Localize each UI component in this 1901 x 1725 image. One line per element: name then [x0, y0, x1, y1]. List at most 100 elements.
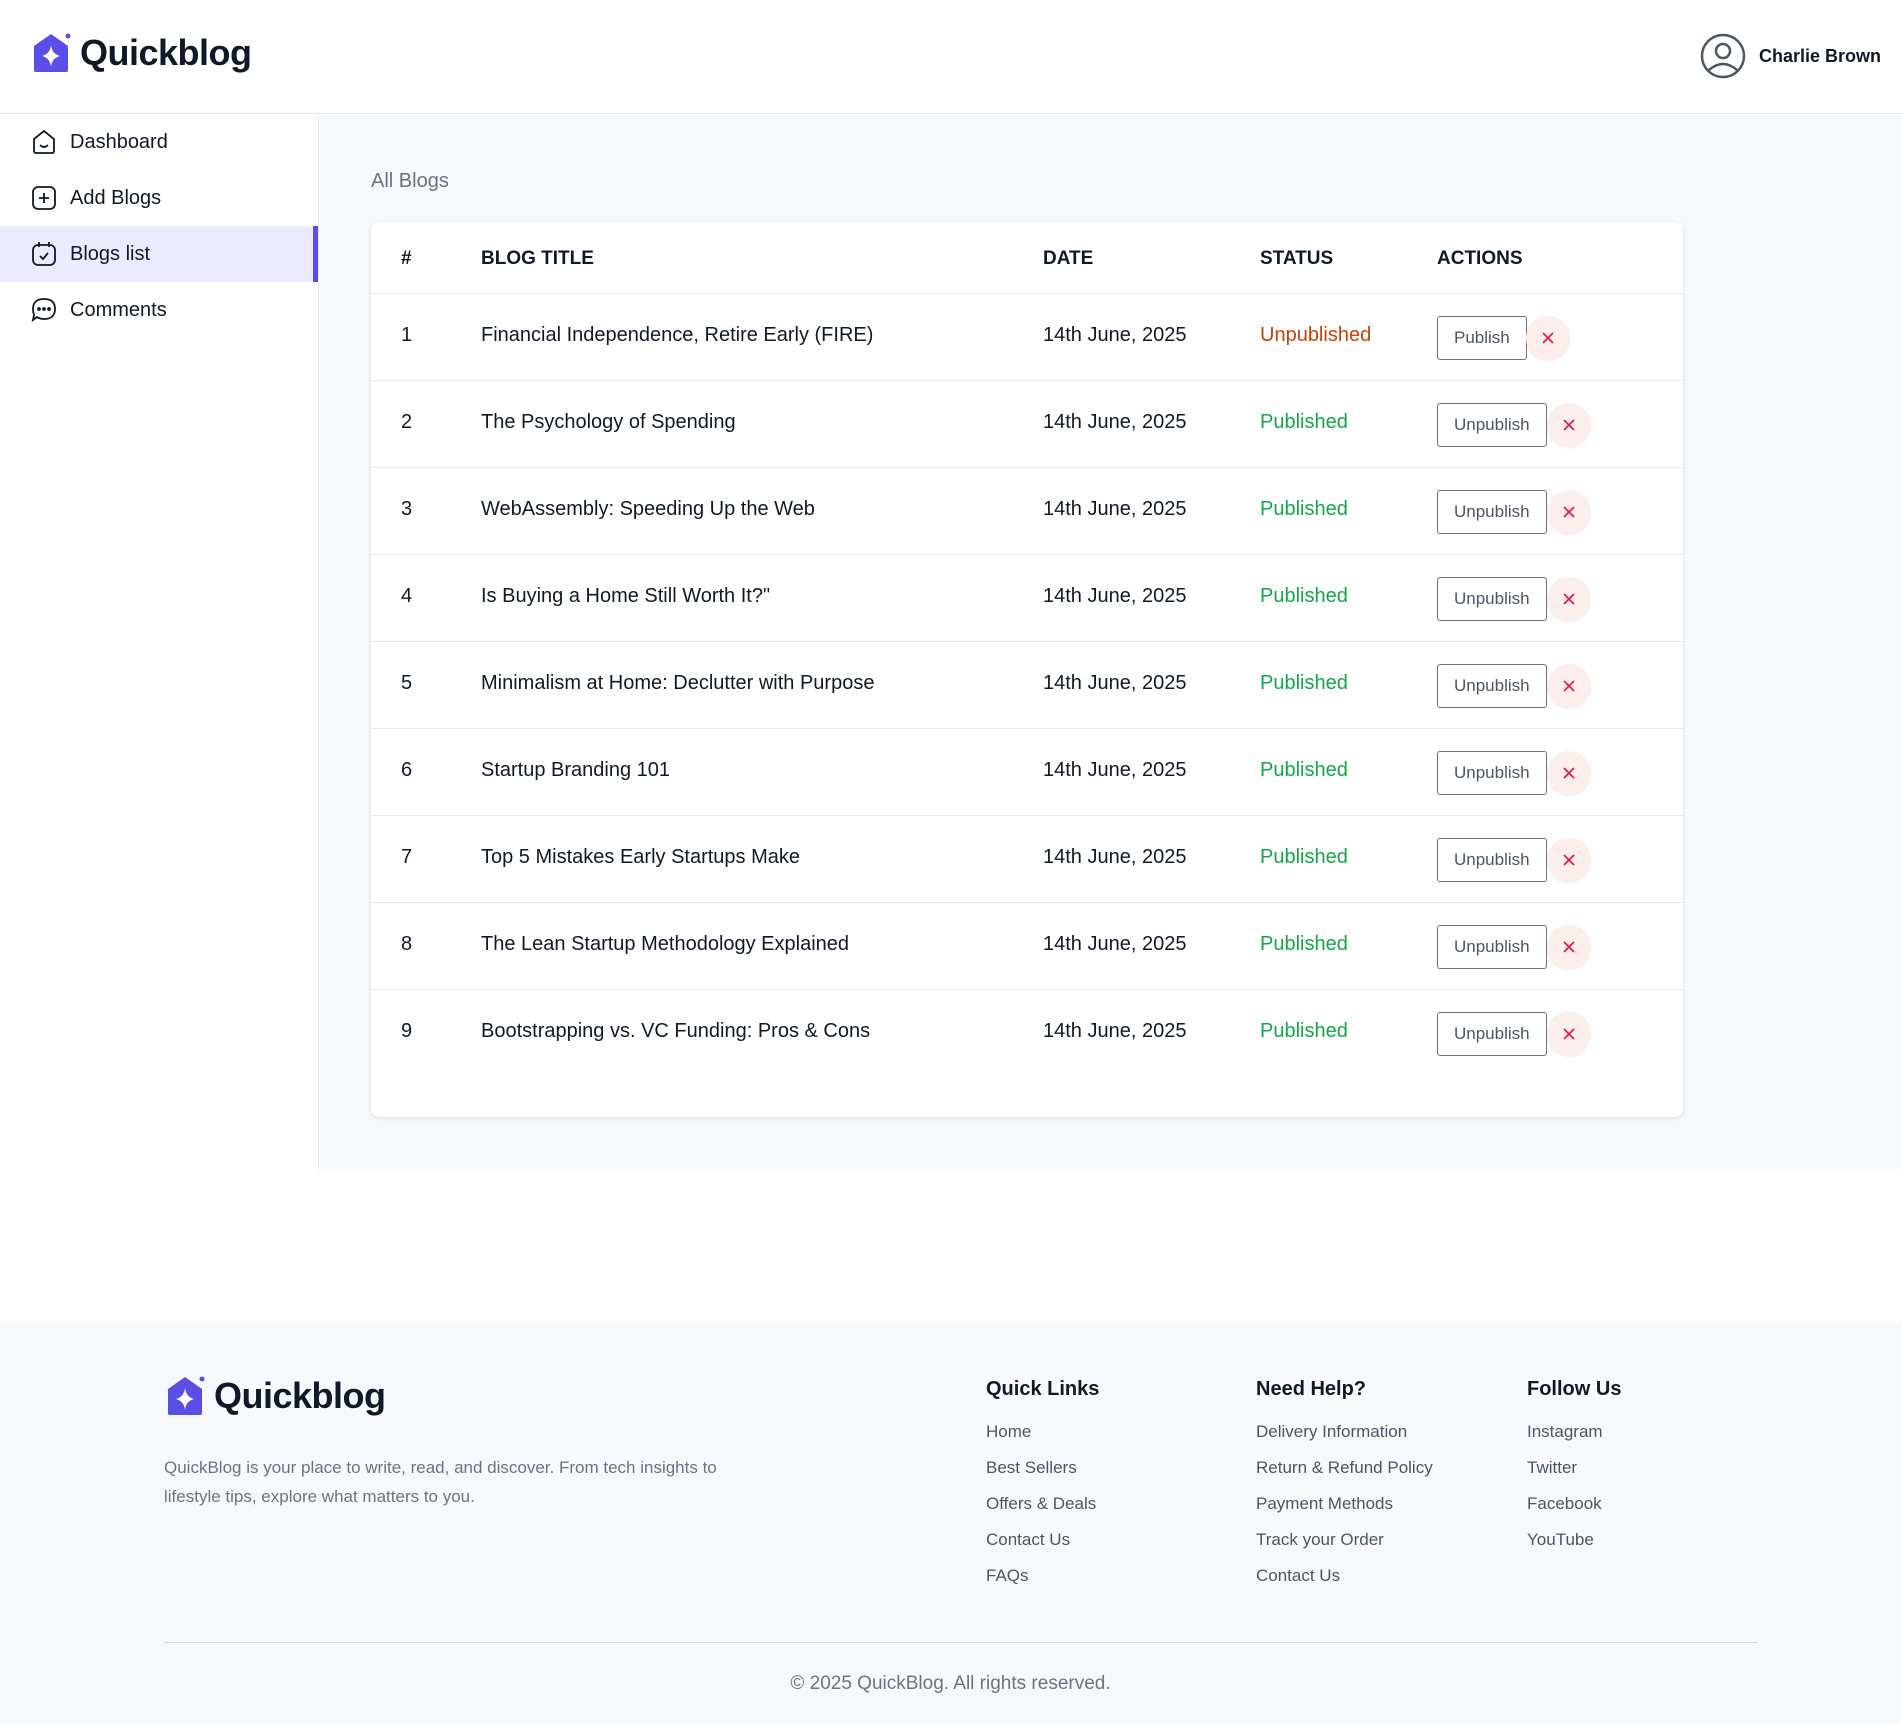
unpublish-button[interactable]: Unpublish [1437, 664, 1547, 708]
footer-link[interactable]: Track your Order [1256, 1529, 1433, 1565]
footer-logo[interactable]: Quickblog [164, 1375, 386, 1417]
unpublish-button[interactable]: Unpublish [1437, 1012, 1547, 1056]
close-icon [1563, 941, 1575, 953]
footer-link[interactable]: Instagram [1527, 1421, 1621, 1457]
row-number: 6 [401, 759, 413, 781]
top-header: Quickblog Charlie Brown [0, 0, 1901, 114]
sidebar-item-comments[interactable]: Comments [0, 282, 318, 338]
calendar-check-icon [32, 242, 56, 266]
brand-name: Quickblog [80, 32, 252, 73]
delete-button[interactable] [1547, 925, 1591, 969]
footer-link[interactable]: Offers & Deals [986, 1493, 1099, 1529]
footer-link[interactable]: Contact Us [1256, 1565, 1433, 1601]
footer-column-need-help: Need Help? Delivery Information Return &… [1256, 1378, 1433, 1601]
footer-link[interactable]: Payment Methods [1256, 1493, 1433, 1529]
sidebar-item-label: Blogs list [70, 242, 151, 265]
status-badge: Published [1260, 498, 1348, 520]
blog-title: The Lean Startup Methodology Explained [481, 933, 850, 955]
sidebar-item-dashboard[interactable]: Dashboard [0, 114, 318, 170]
footer-link[interactable]: Best Sellers [986, 1457, 1099, 1493]
unpublish-button[interactable]: Unpublish [1437, 925, 1547, 969]
footer-link[interactable]: Return & Refund Policy [1256, 1457, 1433, 1493]
close-icon [1563, 593, 1575, 605]
status-badge: Published [1260, 846, 1348, 868]
footer-link[interactable]: FAQs [986, 1565, 1099, 1601]
blog-date: 14th June, 2025 [1043, 585, 1187, 607]
column-header: DATE [1043, 248, 1094, 269]
row-number: 7 [401, 846, 413, 868]
sidebar-item-add-blogs[interactable]: Add Blogs [0, 170, 318, 226]
table-row: 7 Top 5 Mistakes Early Startups Make 14t… [371, 816, 1683, 903]
footer-link[interactable]: Contact Us [986, 1529, 1099, 1565]
delete-button[interactable] [1526, 316, 1570, 360]
user-name: Charlie Brown [1758, 45, 1881, 66]
delete-button[interactable] [1547, 751, 1591, 795]
user-avatar-icon [1700, 33, 1746, 79]
sidebar: Dashboard Add Blogs Blogs list Comments [0, 114, 319, 1169]
table-row: 2 The Psychology of Spending 14th June, … [371, 381, 1683, 468]
unpublish-button[interactable]: Unpublish [1437, 577, 1547, 621]
unpublish-button[interactable]: Unpublish [1437, 838, 1547, 882]
table-header: # BLOG TITLE DATE STATUS ACTIONS [371, 222, 1683, 294]
brand-name: Quickblog [214, 1375, 386, 1416]
blog-date: 14th June, 2025 [1043, 759, 1187, 781]
column-header: # [401, 248, 412, 269]
status-badge: Published [1260, 672, 1348, 694]
blog-date: 14th June, 2025 [1043, 498, 1187, 520]
table-row: 4 Is Buying a Home Still Worth It?" 14th… [371, 555, 1683, 642]
unpublish-button[interactable]: Unpublish [1437, 403, 1547, 447]
unpublish-button[interactable]: Unpublish [1437, 751, 1547, 795]
main-content: All Blogs # BLOG TITLE DATE STATUS ACTIO… [320, 115, 1901, 1169]
blog-date: 14th June, 2025 [1043, 672, 1187, 694]
status-badge: Published [1260, 585, 1348, 607]
sidebar-item-label: Comments [70, 298, 167, 321]
close-icon [1563, 419, 1575, 431]
blog-date: 14th June, 2025 [1043, 324, 1187, 346]
delete-button[interactable] [1547, 490, 1591, 534]
publish-button[interactable]: Publish [1437, 316, 1527, 360]
brand-logo[interactable]: Quickblog [30, 32, 252, 74]
row-number: 2 [401, 411, 413, 433]
close-icon [1563, 1028, 1575, 1040]
sidebar-item-blogs-list[interactable]: Blogs list [0, 226, 318, 282]
page-title: All Blogs [371, 170, 449, 192]
blog-title: The Psychology of Spending [481, 411, 736, 433]
unpublish-button[interactable]: Unpublish [1437, 490, 1547, 534]
delete-button[interactable] [1547, 664, 1591, 708]
blog-title: Startup Branding 101 [481, 759, 671, 781]
row-number: 1 [401, 324, 413, 346]
status-badge: Published [1260, 933, 1348, 955]
sidebar-item-label: Add Blogs [70, 186, 162, 209]
blog-title: Bootstrapping vs. VC Funding: Pros & Con… [481, 1020, 871, 1042]
status-badge: Unpublished [1260, 324, 1372, 346]
close-icon [1542, 332, 1554, 344]
footer-column-title: Follow Us [1527, 1378, 1622, 1400]
footer-link[interactable]: YouTube [1527, 1529, 1621, 1565]
delete-button[interactable] [1547, 577, 1591, 621]
footer-link[interactable]: Delivery Information [1256, 1421, 1433, 1457]
blog-title: Financial Independence, Retire Early (FI… [481, 324, 874, 346]
blog-date: 14th June, 2025 [1043, 411, 1187, 433]
footer-link[interactable]: Facebook [1527, 1493, 1621, 1529]
delete-button[interactable] [1547, 403, 1591, 447]
table-row: 8 The Lean Startup Methodology Explained… [371, 903, 1683, 990]
footer-description: QuickBlog is your place to write, read, … [164, 1458, 717, 1506]
add-square-icon [32, 186, 56, 210]
table-row: 9 Bootstrapping vs. VC Funding: Pros & C… [371, 990, 1683, 1077]
copyright: © 2025 QuickBlog. All rights reserved. [790, 1673, 1111, 1694]
delete-button[interactable] [1547, 1012, 1591, 1056]
user-menu[interactable]: Charlie Brown [1699, 32, 1881, 80]
delete-button[interactable] [1547, 838, 1591, 882]
blog-title: Minimalism at Home: Declutter with Purpo… [481, 672, 875, 694]
footer-link[interactable]: Home [986, 1421, 1099, 1457]
blog-title: Top 5 Mistakes Early Startups Make [481, 846, 801, 868]
blog-title: Is Buying a Home Still Worth It?" [481, 585, 771, 607]
footer-link[interactable]: Twitter [1527, 1457, 1621, 1493]
footer-column-quick-links: Quick Links Home Best Sellers Offers & D… [986, 1378, 1099, 1601]
column-header: ACTIONS [1437, 248, 1523, 269]
home-icon [33, 129, 55, 154]
table-row: 3 WebAssembly: Speeding Up the Web 14th … [371, 468, 1683, 555]
row-number: 9 [401, 1020, 413, 1042]
row-number: 3 [401, 498, 413, 520]
table-row: 6 Startup Branding 101 14th June, 2025 P… [371, 729, 1683, 816]
